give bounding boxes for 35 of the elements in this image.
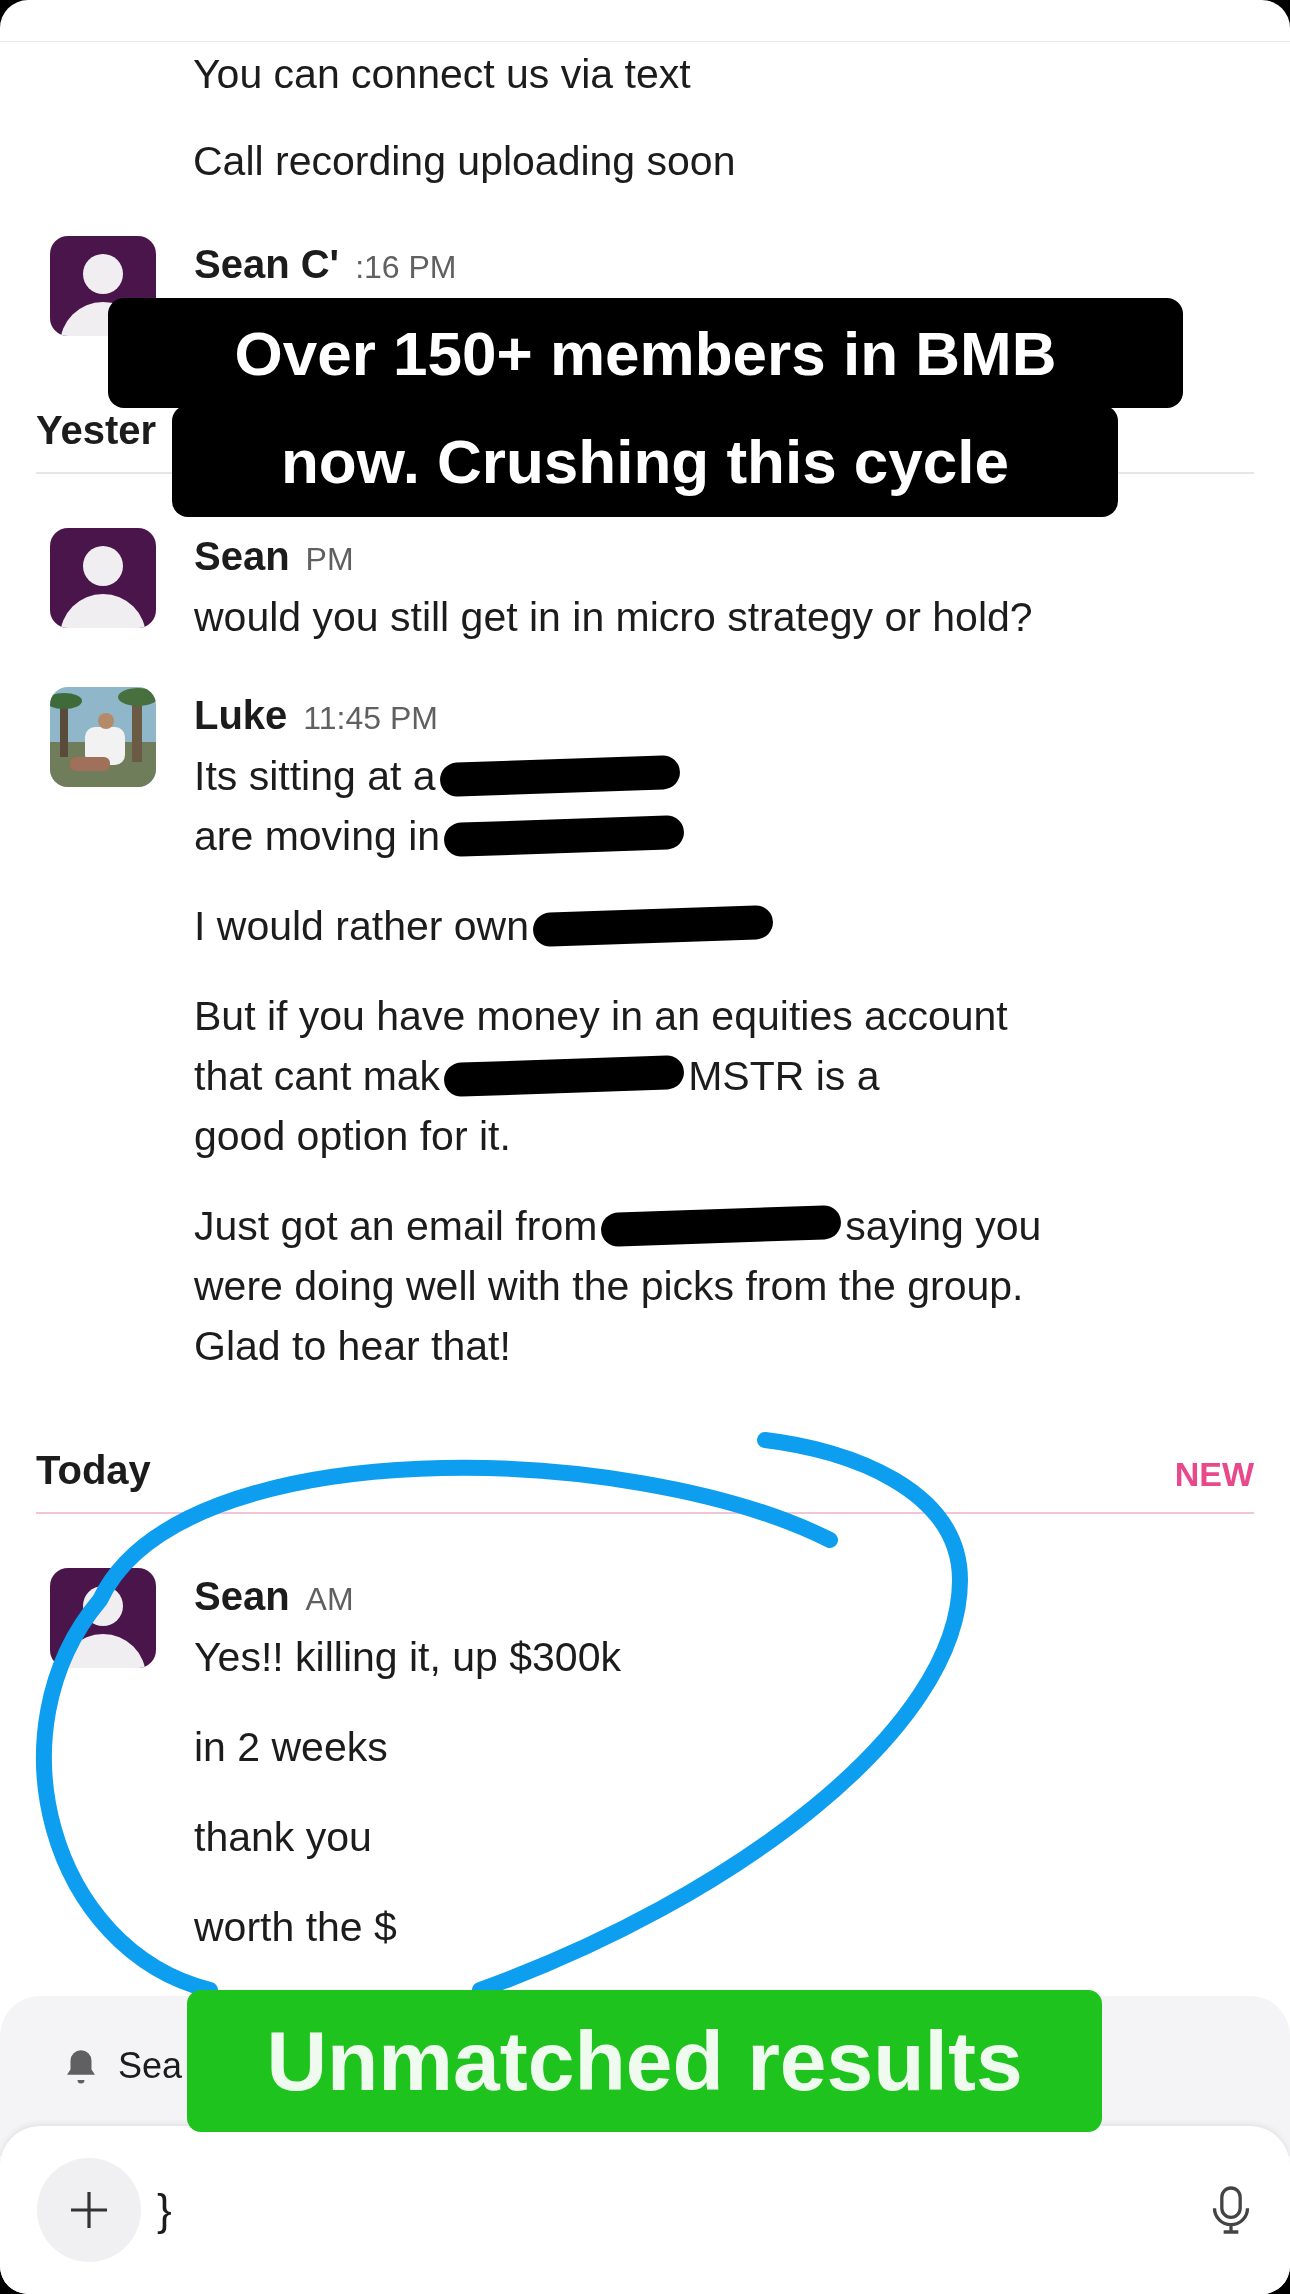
author-name: Luke xyxy=(194,692,288,739)
message-time: AM xyxy=(305,1580,354,1619)
message-time: 11:45 PM xyxy=(303,699,438,738)
message-text: Call recording uploading soon xyxy=(193,137,737,186)
caption-text: Unmatched results xyxy=(187,1990,1102,2132)
avatar-icon xyxy=(50,528,156,628)
caption-text: now. Crushing this cycle xyxy=(172,405,1118,517)
message-text: Its sitting at a xyxy=(194,752,436,801)
message-text: Glad to hear that! xyxy=(194,1322,511,1371)
message-text: But if you have money in an equities account xyxy=(194,992,1008,1041)
date-divider-label: Yester xyxy=(36,407,157,454)
message-text: are moving in xyxy=(194,812,441,861)
message-time: PM xyxy=(305,540,354,579)
muted-banner-text: Sea xyxy=(118,2044,183,2088)
message-input[interactable]: } xyxy=(157,2177,1193,2243)
author-name: Sean xyxy=(194,1573,290,1620)
message-text: that cant mak xyxy=(194,1052,441,1101)
message-text: Yes!! killing it, up $300k xyxy=(194,1633,621,1682)
caption-text: Over 150+ members in BMB xyxy=(108,298,1183,408)
message-text: were doing well with the picks from the group. xyxy=(194,1262,1024,1311)
new-label: NEW xyxy=(1174,1454,1254,1495)
message-text: thank you xyxy=(194,1813,372,1862)
message-text: MSTR is a xyxy=(688,1052,880,1101)
message-text: I would rather own xyxy=(194,902,529,951)
message-text: Just got an email from xyxy=(194,1202,598,1251)
message-text: saying you xyxy=(845,1202,1042,1251)
message-time: :16 PM xyxy=(355,248,457,287)
message-text: would you still get in in micro strategy or hold? xyxy=(194,593,1033,642)
message-text: good option for it. xyxy=(194,1112,511,1161)
author-name: Sean xyxy=(194,533,290,580)
author-name: Sean C' xyxy=(194,241,340,288)
date-divider-label: Today xyxy=(36,1447,151,1494)
message-text: worth the $ xyxy=(194,1903,397,1952)
message-text: You can connect us via text xyxy=(193,50,692,99)
message-text: in 2 weeks xyxy=(194,1723,388,1772)
